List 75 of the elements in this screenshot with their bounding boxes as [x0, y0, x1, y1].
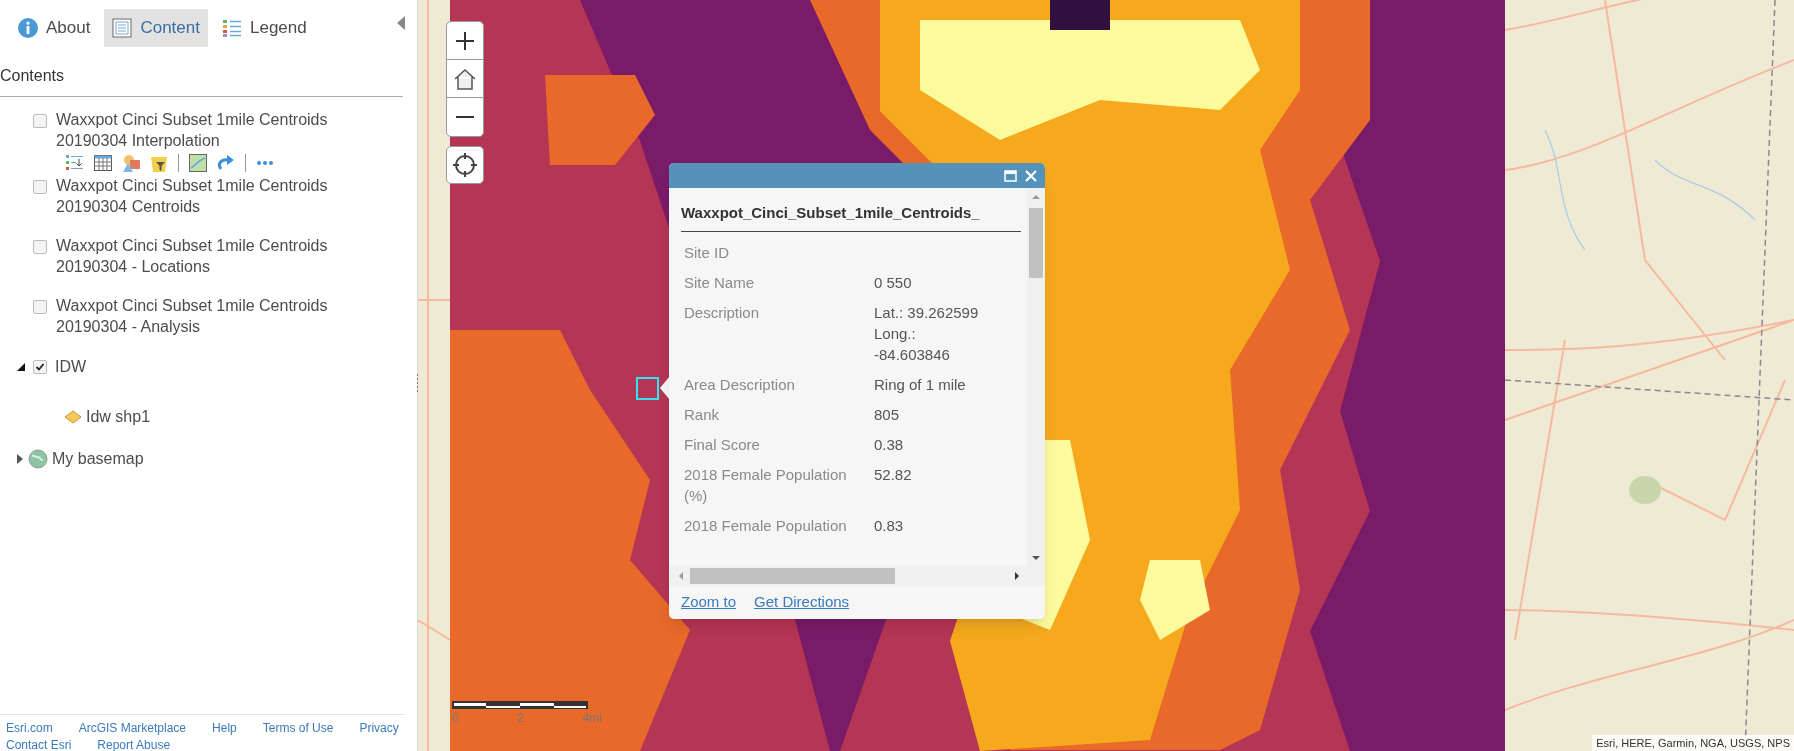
layer-name[interactable]: Waxxpot Cinci Subset 1mile Centroids 20190304 - Locations [56, 235, 376, 277]
footer-link[interactable]: Help [212, 721, 237, 735]
field-label: Description [684, 302, 761, 323]
scale-label: 0 [452, 710, 459, 727]
field-value: Lat.: 39.262599 Long.: -84.603846 [874, 302, 980, 365]
field-value: 0 550 [874, 272, 913, 293]
layer-checkbox[interactable] [33, 180, 47, 194]
field-value: 0.38 [874, 434, 905, 455]
layer-checkbox[interactable] [33, 114, 47, 128]
field-value: Ring of 1 mile [874, 374, 967, 395]
locate-button[interactable] [446, 146, 484, 184]
field-label: Site Name [684, 272, 756, 293]
table-icon[interactable] [94, 155, 112, 171]
diamond-icon [64, 410, 82, 424]
popup-link[interactable]: Zoom to [681, 591, 737, 614]
document-list-icon [112, 18, 133, 38]
layer-name[interactable]: Waxxpot Cinci Subset 1mile Centroids 20190304 Centroids [56, 175, 376, 217]
field-label: Site ID [684, 242, 730, 263]
layer-checkbox[interactable] [33, 300, 47, 314]
selection-marker [636, 377, 659, 400]
maximize-icon[interactable] [1004, 169, 1017, 182]
footer-link[interactable]: Privacy [359, 721, 399, 735]
layer-name[interactable]: Waxxpot Cinci Subset 1mile Centroids 20190304 Interpolation [56, 109, 376, 151]
popup-title: Waxxpot_Cinci_Subset_1mile_Centroids_ [681, 202, 1021, 232]
scale-label: 2 [517, 710, 524, 727]
expand-triangle-icon[interactable] [16, 454, 24, 464]
popup-link[interactable]: Get Directions [754, 591, 850, 614]
info-icon [18, 18, 38, 38]
panel-tab[interactable]: Content [104, 9, 208, 47]
scale-label: 4mi [582, 710, 602, 727]
minus-icon [455, 115, 475, 119]
field-label: 2018 Female Population [684, 515, 848, 536]
field-label: 2018 Female Population (%) [684, 464, 848, 506]
more-icon[interactable] [256, 160, 274, 166]
vertical-scrollbar[interactable] [1027, 188, 1045, 566]
contents-heading: Contents [0, 66, 65, 86]
panel-tab[interactable]: Legend [214, 9, 315, 47]
layer-row[interactable]: Waxxpot Cinci Subset 1mile Centroids 20190304 Centroids [0, 175, 417, 217]
crosshair-icon [453, 153, 477, 177]
panel-tab[interactable]: About [10, 9, 99, 47]
list-download-icon[interactable] [66, 154, 84, 172]
layer-row[interactable]: Waxxpot Cinci Subset 1mile Centroids 20190304 - Locations [0, 235, 417, 277]
map-thumbnail-icon[interactable] [189, 154, 207, 172]
layer-checkbox[interactable] [33, 240, 47, 254]
expand-triangle-icon[interactable] [17, 363, 25, 371]
close-icon[interactable] [1025, 169, 1037, 182]
legend-list-icon [222, 18, 242, 38]
footer-link[interactable]: Esri.com [6, 721, 53, 735]
globe-icon [28, 449, 48, 469]
resize-handle-icon[interactable] [416, 373, 419, 393]
plus-icon [455, 30, 475, 51]
layer-row[interactable]: Waxxpot Cinci Subset 1mile Centroids 20190304 Interpolation [0, 109, 417, 175]
footer-link[interactable]: ArcGIS Marketplace [78, 721, 187, 735]
horizontal-scrollbar[interactable] [669, 566, 1045, 586]
layer-name[interactable]: Waxxpot Cinci Subset 1mile Centroids 20190304 - Analysis [56, 295, 376, 337]
home-icon [453, 67, 477, 90]
sublayer-name[interactable]: Idw shp1 [86, 405, 151, 429]
field-label: Area Description [684, 374, 796, 395]
layer-name[interactable]: My basemap [52, 447, 144, 471]
field-value: 805 [874, 404, 901, 425]
layer-checkbox[interactable] [33, 360, 47, 374]
field-value: 0.83 [874, 515, 905, 536]
field-label: Rank [684, 404, 721, 425]
footer-link[interactable]: Contact Esri [6, 738, 72, 751]
layer-name[interactable]: IDW [55, 355, 87, 379]
footer-link[interactable]: Report Abuse [97, 738, 171, 751]
filter-icon[interactable] [150, 154, 168, 172]
checkmark-icon [35, 362, 45, 372]
layer-row[interactable]: Waxxpot Cinci Subset 1mile Centroids 20190304 - Analysis [0, 295, 417, 337]
field-value: 52.82 [874, 464, 913, 485]
redo-arrow-icon[interactable] [217, 155, 235, 171]
collapse-triangle-icon[interactable] [397, 16, 405, 30]
field-label: Final Score [684, 434, 761, 455]
shapes-icon[interactable] [122, 154, 140, 172]
footer-link[interactable]: Terms of Use [262, 721, 334, 735]
